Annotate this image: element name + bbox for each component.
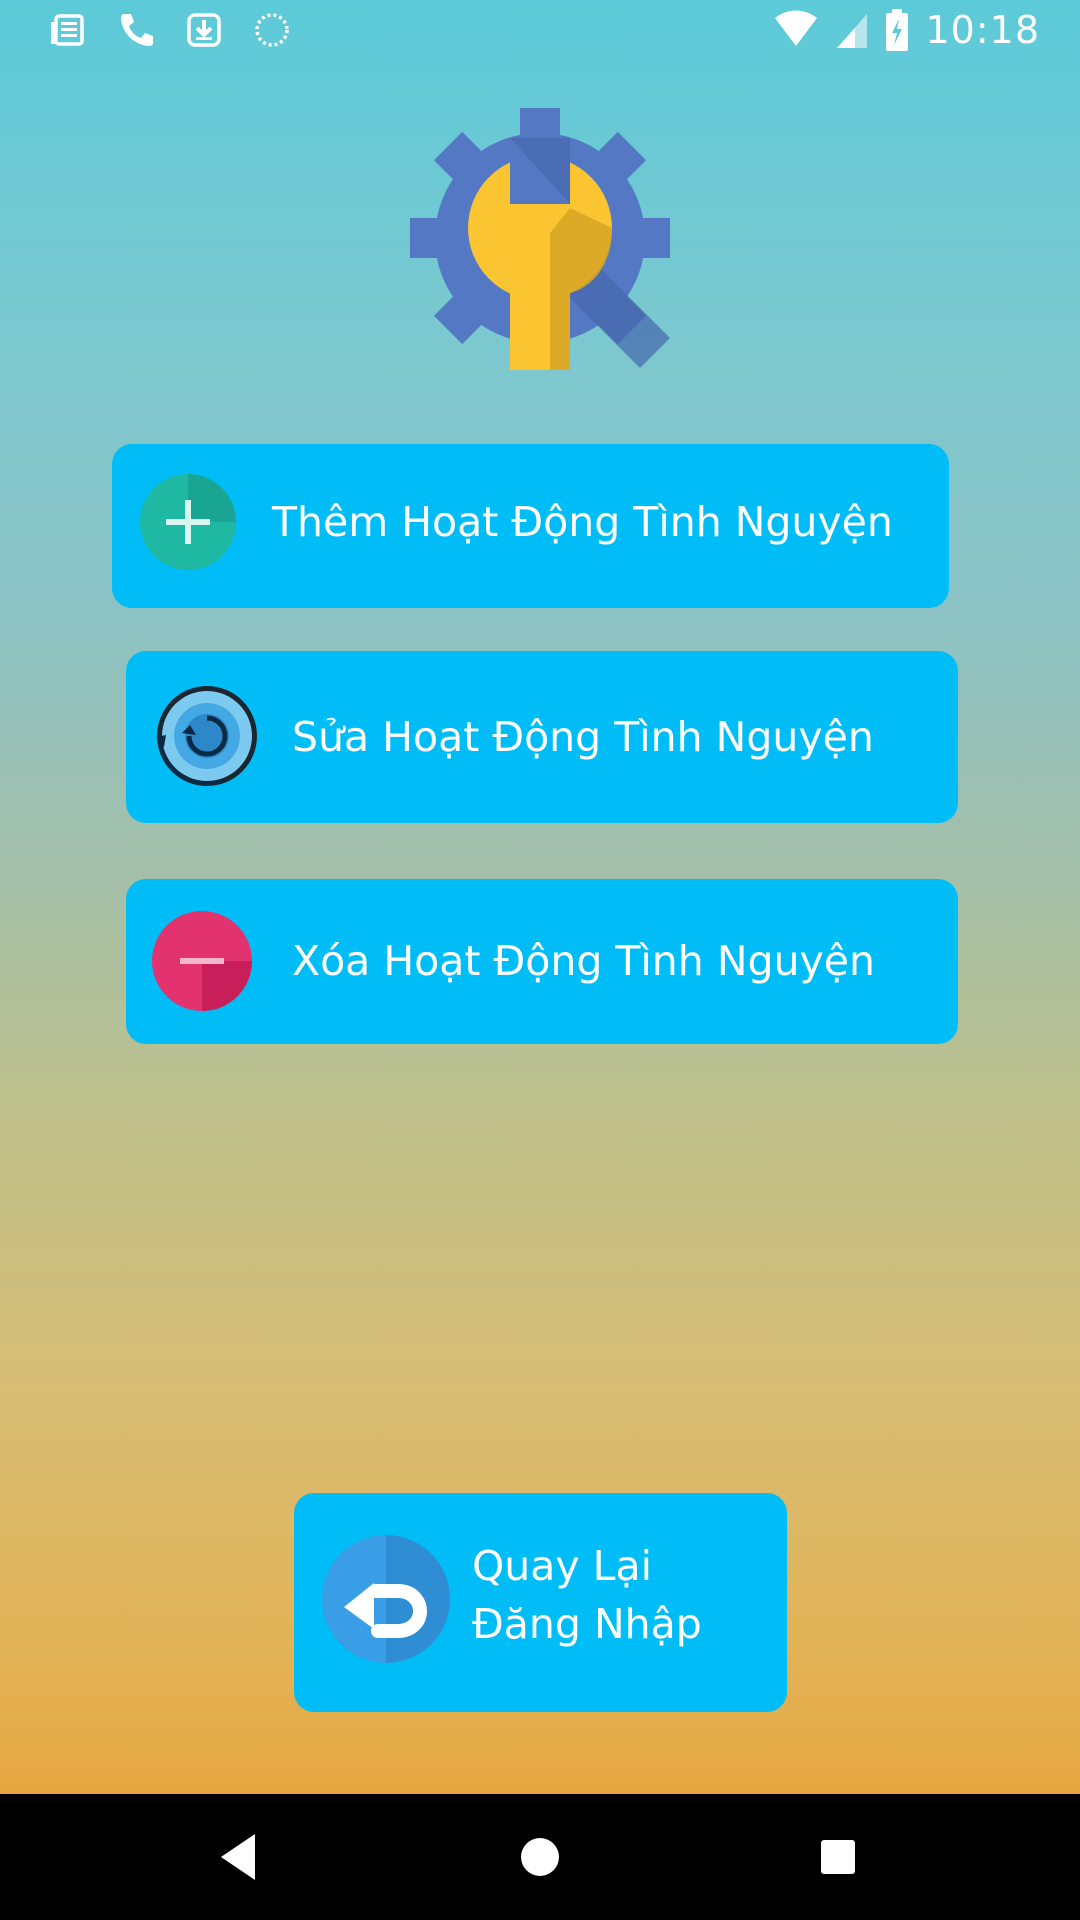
status-left-icons	[48, 10, 292, 50]
back-triangle-icon[interactable]	[207, 1824, 273, 1890]
back-to-login-label: Quay Lại Đăng Nhập	[472, 1537, 772, 1653]
phone-icon	[121, 14, 153, 46]
news-icon	[51, 14, 84, 46]
minus-circle-icon	[152, 911, 252, 1011]
wifi-icon	[775, 10, 818, 46]
battery-charging-icon	[886, 9, 909, 51]
download-icon	[187, 13, 221, 47]
plus-circle-icon	[140, 474, 236, 570]
signal-icon	[837, 14, 868, 48]
add-activity-label: Thêm Hoạt Động Tình Nguyện	[272, 498, 893, 546]
sync-icon	[255, 13, 289, 47]
navigation-bar	[0, 1794, 1080, 1920]
add-activity-button[interactable]: Thêm Hoạt Động Tình Nguyện	[112, 444, 949, 608]
refresh-circle-icon	[156, 686, 257, 786]
return-arrow-icon	[322, 1535, 450, 1663]
edit-activity-label: Sửa Hoạt Động Tình Nguyện	[292, 713, 874, 761]
back-label-line2: Đăng Nhập	[472, 1600, 702, 1648]
status-right-icons: 10:18	[773, 8, 1040, 52]
delete-activity-button[interactable]: Xóa Hoạt Động Tình Nguyện	[126, 879, 958, 1044]
back-to-login-button[interactable]: Quay Lại Đăng Nhập	[294, 1493, 787, 1712]
back-label-line1: Quay Lại	[472, 1542, 653, 1590]
edit-activity-button[interactable]: Sửa Hoạt Động Tình Nguyện	[126, 651, 958, 823]
gear-wrench-icon	[410, 108, 670, 370]
status-time: 10:18	[925, 8, 1040, 52]
delete-activity-label: Xóa Hoạt Động Tình Nguyện	[292, 937, 875, 985]
home-circle-icon[interactable]	[507, 1824, 573, 1890]
status-bar: 10:18	[0, 0, 1080, 63]
recents-square-icon[interactable]	[805, 1824, 871, 1890]
screen: 10:18 Thêm Hoạt Động Tình Nguyện Sửa Hoạ…	[0, 0, 1080, 1920]
